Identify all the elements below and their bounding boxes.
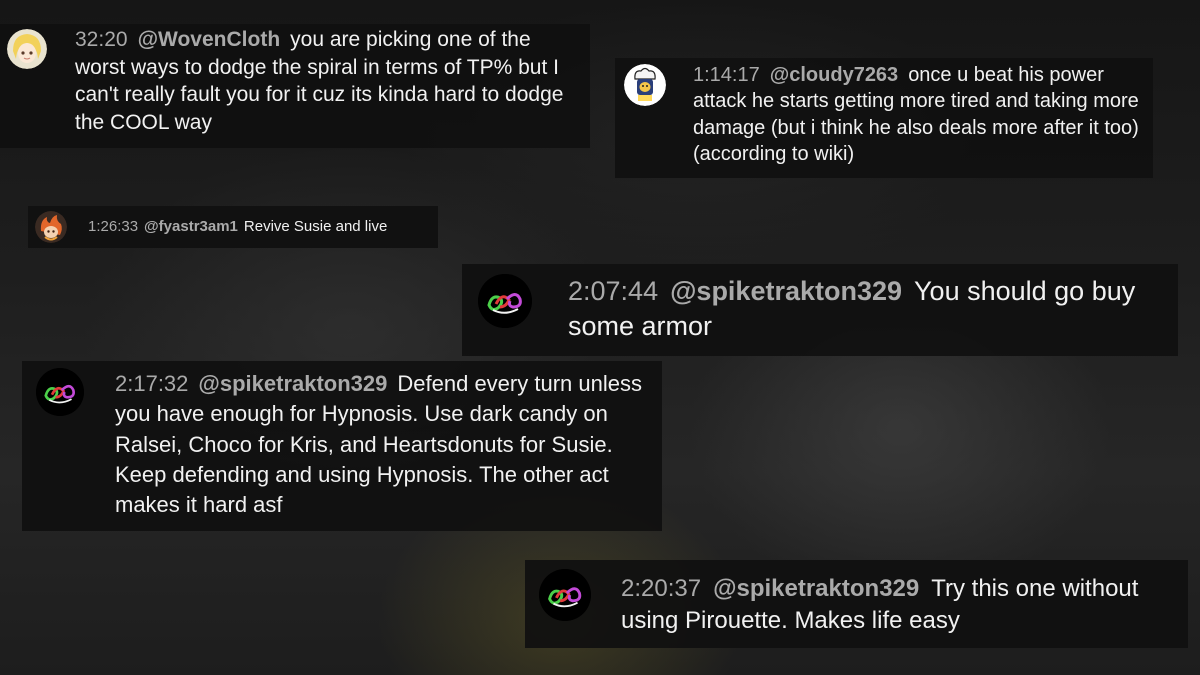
- chef-character-avatar-icon[interactable]: [624, 64, 666, 106]
- comment-timestamp[interactable]: 1:14:17: [693, 64, 760, 86]
- comment-timestamp[interactable]: 2:07:44: [568, 276, 658, 306]
- comment-author[interactable]: @cloudy7263: [770, 64, 898, 86]
- comment-card: 2:17:32 @spiketrakton329 Defend every turn…: [22, 361, 662, 531]
- comment-author[interactable]: @spiketrakton329: [670, 276, 902, 306]
- anime-blonde-avatar-icon[interactable]: [7, 29, 47, 69]
- fire-character-avatar-icon[interactable]: [35, 211, 67, 243]
- comment-text: Revive Susie and live: [243, 218, 388, 235]
- comment-body: 1:26:33 @fyastr3am1 Revive Susie and live: [88, 217, 433, 237]
- colorful-logo-avatar-icon[interactable]: [478, 274, 532, 328]
- comment-timestamp[interactable]: 1:26:33: [88, 218, 138, 235]
- comment-body: 32:20 @WovenCloth you are picking one of t…: [75, 26, 580, 137]
- comment-card: 1:14:17 @cloudy7263 once u beat his power …: [615, 58, 1153, 178]
- comment-timestamp[interactable]: 2:20:37: [621, 575, 701, 602]
- comment-body: 2:20:37 @spiketrakton329 Try this one with…: [621, 573, 1181, 638]
- comment-body: 1:14:17 @cloudy7263 once u beat his power …: [693, 62, 1148, 168]
- comment-timestamp[interactable]: 32:20: [75, 28, 128, 51]
- comment-card: 2:20:37 @spiketrakton329 Try this one with…: [525, 560, 1188, 648]
- comment-author[interactable]: @fyastr3am1: [144, 218, 238, 235]
- comment-card: 2:07:44 @spiketrakton329 You should go buy…: [462, 264, 1178, 356]
- comment-card: 32:20 @WovenCloth you are picking one of t…: [0, 24, 590, 148]
- comment-timestamp[interactable]: 2:17:32: [115, 371, 188, 396]
- comment-body: 2:17:32 @spiketrakton329 Defend every turn…: [115, 369, 655, 521]
- comment-author[interactable]: @spiketrakton329: [198, 371, 387, 396]
- colorful-logo-avatar-icon[interactable]: [539, 569, 591, 621]
- comment-author[interactable]: @spiketrakton329: [713, 575, 919, 602]
- colorful-logo-avatar-icon[interactable]: [36, 368, 84, 416]
- comment-author[interactable]: @WovenCloth: [138, 28, 281, 51]
- comment-card: 1:26:33 @fyastr3am1 Revive Susie and live: [28, 206, 438, 248]
- comment-body: 2:07:44 @spiketrakton329 You should go buy…: [568, 274, 1173, 343]
